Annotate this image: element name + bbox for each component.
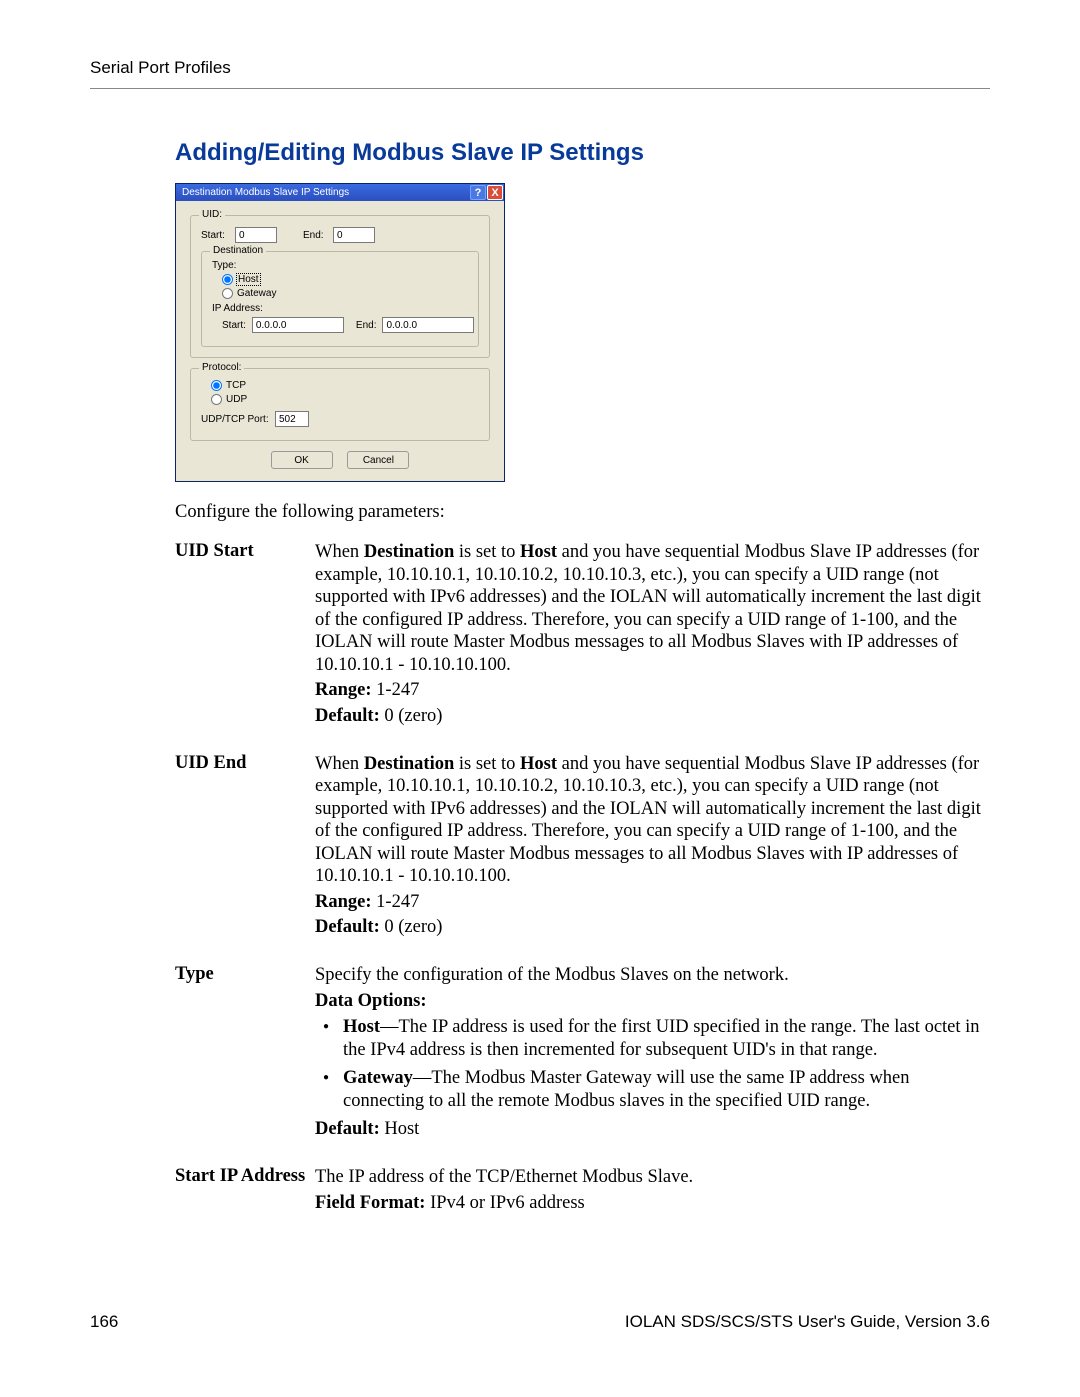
param-uid-start: UID Start When Destination is set to Hos… <box>175 541 990 731</box>
page-footer: 166 IOLAN SDS/SCS/STS User's Guide, Vers… <box>90 1312 990 1332</box>
radio-tcp-input[interactable] <box>211 380 222 391</box>
param-name: Type <box>175 964 315 1144</box>
param-default: Default: 0 (zero) <box>315 916 990 939</box>
ip-end-label: End: <box>356 320 377 331</box>
cancel-button[interactable]: Cancel <box>347 451 409 469</box>
type-label: Type: <box>212 260 468 271</box>
uid-group: UID: Start: End: Destination Type: <box>190 215 490 358</box>
uid-end-input[interactable] <box>333 227 375 243</box>
radio-tcp[interactable]: TCP <box>211 380 246 391</box>
destination-group: Destination Type: Host Gatewa <box>201 251 479 347</box>
param-desc: When Destination is set to Host and you … <box>315 541 990 676</box>
radio-gateway-input[interactable] <box>222 288 233 299</box>
param-range: Range: 1-247 <box>315 679 990 702</box>
param-desc: The IP address of the TCP/Ethernet Modbu… <box>315 1166 990 1189</box>
intro-text: Configure the following parameters: <box>175 502 990 523</box>
port-label: UDP/TCP Port: <box>201 414 269 425</box>
radio-udp[interactable]: UDP <box>211 394 247 405</box>
param-table: UID Start When Destination is set to Hos… <box>175 541 990 1217</box>
ip-address-label: IP Address: <box>212 303 468 314</box>
destination-legend: Destination <box>210 245 266 256</box>
param-field-format: Field Format: IPv4 or IPv6 address <box>315 1192 990 1215</box>
param-name: UID Start <box>175 541 315 731</box>
radio-udp-input[interactable] <box>211 394 222 405</box>
param-desc: When Destination is set to Host and you … <box>315 753 990 888</box>
radio-gateway[interactable]: Gateway <box>222 288 276 299</box>
ip-start-input[interactable] <box>252 317 344 333</box>
radio-gateway-label: Gateway <box>237 288 276 299</box>
help-button[interactable]: ? <box>470 185 486 200</box>
ok-button[interactable]: OK <box>271 451 333 469</box>
close-button[interactable]: X <box>487 185 503 200</box>
uid-start-label: Start: <box>201 230 229 241</box>
port-input[interactable] <box>275 411 309 427</box>
radio-host-label: Host <box>237 274 260 285</box>
uid-end-label: End: <box>303 230 327 241</box>
radio-host[interactable]: Host <box>222 274 260 285</box>
param-range: Range: 1-247 <box>315 891 990 914</box>
doc-title: IOLAN SDS/SCS/STS User's Guide, Version … <box>625 1312 990 1332</box>
option-host: Host—The IP address is used for the firs… <box>315 1016 990 1061</box>
radio-host-input[interactable] <box>222 274 233 285</box>
param-name: UID End <box>175 753 315 943</box>
param-type: Type Specify the configuration of the Mo… <box>175 964 990 1144</box>
section-heading: Adding/Editing Modbus Slave IP Settings <box>175 139 990 167</box>
param-desc: Specify the configuration of the Modbus … <box>315 964 990 987</box>
dialog-titlebar: Destination Modbus Slave IP Settings ? X <box>176 184 504 201</box>
ip-end-input[interactable] <box>382 317 474 333</box>
running-header: Serial Port Profiles <box>90 58 990 89</box>
radio-tcp-label: TCP <box>226 380 246 391</box>
param-default: Default: Host <box>315 1118 990 1141</box>
uid-start-input[interactable] <box>235 227 277 243</box>
option-gateway: Gateway—The Modbus Master Gateway will u… <box>315 1067 990 1112</box>
dialog-title: Destination Modbus Slave IP Settings <box>182 187 470 198</box>
modbus-dialog: Destination Modbus Slave IP Settings ? X… <box>175 183 505 482</box>
param-default: Default: 0 (zero) <box>315 705 990 728</box>
ip-start-label: Start: <box>222 320 246 331</box>
data-options-label: Data Options: <box>315 990 990 1013</box>
page-number: 166 <box>90 1312 118 1332</box>
param-start-ip: Start IP Address The IP address of the T… <box>175 1166 990 1217</box>
uid-legend: UID: <box>199 209 225 220</box>
protocol-group: Protocol: TCP UDP <box>190 368 490 441</box>
radio-udp-label: UDP <box>226 394 247 405</box>
protocol-legend: Protocol: <box>199 362 244 373</box>
param-uid-end: UID End When Destination is set to Host … <box>175 753 990 943</box>
param-name: Start IP Address <box>175 1166 315 1217</box>
